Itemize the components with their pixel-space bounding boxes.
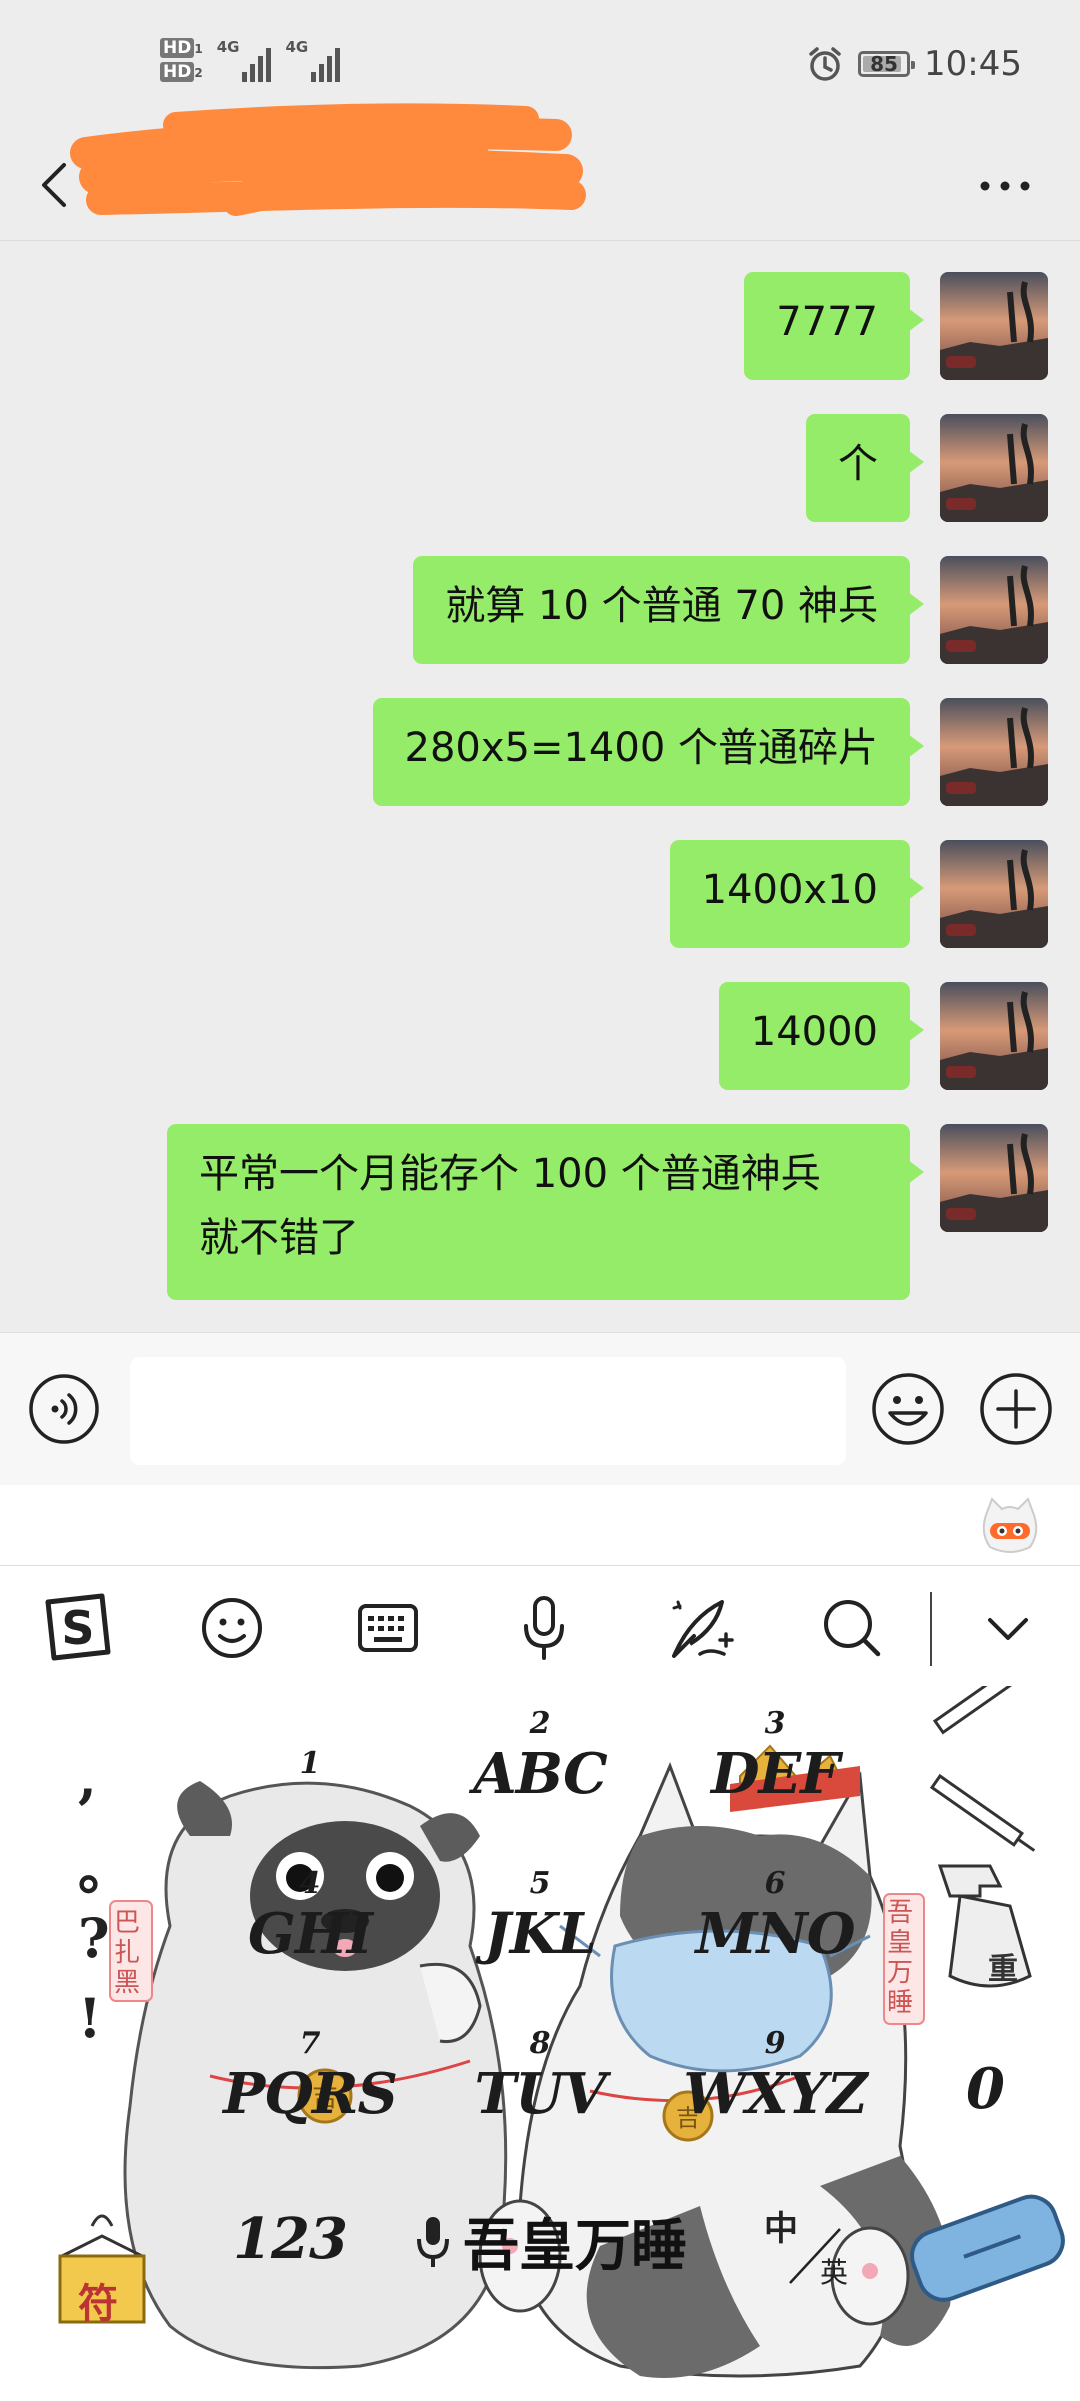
key-number: 5 (529, 1866, 551, 1901)
stamp-right-label: 吾皇万睡 (887, 1898, 914, 2018)
message-bubble[interactable]: 14000 (718, 982, 925, 1090)
message-bubble[interactable]: 1400x10 (669, 840, 925, 948)
key-0[interactable]: 0 (930, 2056, 1040, 2122)
key-letters: ABC (473, 1741, 607, 1807)
chat-header: ▮▮▮▯ · ▮▮▮▮▮▮ (0, 103, 1080, 241)
key-1[interactable]: 1 (220, 1746, 400, 1781)
key-letters: WXYZ (683, 2061, 867, 2127)
lang-en-label: 英 (820, 2256, 849, 2289)
emoji-icon[interactable] (870, 1371, 946, 1447)
hd-badge-2: HD 2 (160, 62, 203, 82)
signal-area: HD 1 HD 2 4G 4G (160, 38, 341, 82)
microphone-icon (417, 2217, 449, 2267)
key-5[interactable]: 5 JKL (450, 1866, 630, 1967)
user-avatar[interactable] (940, 556, 1048, 664)
message-row: 就算 10 个普通 70 神兵 (0, 556, 1080, 666)
chevron-down-icon[interactable] (968, 1588, 1048, 1668)
message-bubble[interactable]: 平常一个月能存个 100 个普通神兵 就不错了 (167, 1124, 924, 1300)
signal-strength-icon-1: 4G (217, 38, 272, 82)
keyboard-icon[interactable] (348, 1588, 428, 1668)
user-avatar[interactable] (940, 840, 1048, 948)
signal-strength-icon-2: 4G (285, 38, 341, 82)
spray-bottle-label: 重 (988, 1952, 1018, 1987)
key-letters: MNO (695, 1901, 856, 1967)
clock: 10:45 (924, 44, 1022, 84)
stamp-left-label: 巴扎黑 (114, 1908, 141, 1998)
key-letters: TUV (474, 2061, 607, 2127)
talisman-label: 符 (78, 2280, 118, 2327)
key-number: 4 (299, 1866, 321, 1901)
message-list[interactable]: 7777 个 就算 10 个普通 70 神兵 280x5=1400 个普通碎片 … (0, 240, 1080, 1332)
message-bubble[interactable]: 280x5=1400 个普通碎片 (372, 698, 924, 806)
svg-text:S: S (61, 1601, 94, 1655)
key-number: 8 (529, 2026, 551, 2061)
key-number: 9 (764, 2026, 786, 2061)
key-letters: DEF (710, 1741, 840, 1807)
chat-input-bar (0, 1332, 1080, 1486)
key-2[interactable]: 2 ABC (450, 1706, 630, 1807)
message-row: 1400x10 (0, 840, 1080, 950)
user-avatar[interactable] (940, 982, 1048, 1090)
key-number: 6 (764, 1866, 786, 1901)
user-avatar[interactable] (940, 414, 1048, 522)
more-plus-icon[interactable] (978, 1371, 1054, 1447)
more-options-icon[interactable] (970, 161, 1040, 211)
user-avatar[interactable] (940, 1124, 1048, 1232)
message-row: 平常一个月能存个 100 个普通神兵 就不错了 (0, 1124, 1080, 1304)
key-exclaim[interactable]: ! (78, 1986, 102, 2050)
language-toggle-key[interactable]: 中 英 (760, 2201, 870, 2301)
key-letters: PQRS (223, 2061, 398, 2127)
sogou-mascot-icon[interactable] (978, 1493, 1042, 1557)
message-row: 个 (0, 414, 1080, 524)
key-3[interactable]: 3 DEF (680, 1706, 870, 1807)
keyboard-toolbar: S (0, 1566, 1080, 1686)
key-letters: GHI (248, 1901, 373, 1967)
key-number: 3 (764, 1706, 786, 1741)
user-avatar[interactable] (940, 698, 1048, 806)
key-4[interactable]: 4 GHI (220, 1866, 400, 1967)
message-row: 14000 (0, 982, 1080, 1092)
toolbar-divider (930, 1592, 932, 1666)
sogou-logo-icon[interactable]: S (36, 1588, 116, 1668)
battery-level: 85 (870, 52, 898, 76)
message-bubble[interactable]: 就算 10 个普通 70 神兵 (413, 556, 924, 664)
space-key[interactable]: 吾皇万睡 (390, 2196, 710, 2286)
message-bubble[interactable]: 7777 (744, 272, 924, 380)
message-row: 280x5=1400 个普通碎片 (0, 698, 1080, 808)
voice-input-icon[interactable] (28, 1373, 100, 1445)
keyboard-suggestion-strip (0, 1485, 1080, 1565)
keyboard-key-area: 吉 吉 , 。 ? ! 1 2 ABC 3 DEF 4 GHI 5 JKL 6 … (0, 1686, 1080, 2401)
redacted-chat-title: ▮▮▮▯ · ▮▮▮▮▮▮ (70, 103, 586, 216)
key-number: 7 (299, 2026, 321, 2061)
quill-pen-icon[interactable] (660, 1588, 740, 1668)
key-7[interactable]: 7 PQRS (210, 2026, 410, 2127)
key-123-symbols[interactable]: 123 (200, 2206, 380, 2272)
key-question[interactable]: ? (78, 1906, 110, 1970)
key-8[interactable]: 8 TUV (450, 2026, 630, 2127)
space-key-label: 吾皇万睡 (463, 2212, 687, 2279)
hd-badge-1: HD 1 (160, 38, 203, 58)
microphone-icon[interactable] (504, 1588, 584, 1668)
alarm-icon (809, 47, 841, 81)
message-input[interactable] (130, 1357, 846, 1465)
key-letters: JKL (484, 1901, 597, 1967)
ime-keyboard: S 吉 吉 , 。 ? ! 1 2 ABC 3 DEF 4 GHI 5 JKL … (0, 1565, 1080, 2401)
battery-icon: 85 (858, 51, 916, 77)
emoji-icon[interactable] (192, 1588, 272, 1668)
key-9[interactable]: 9 WXYZ (660, 2026, 890, 2127)
key-number: 2 (529, 1706, 551, 1741)
message-bubble[interactable]: 个 (806, 414, 924, 522)
user-avatar[interactable] (940, 272, 1048, 380)
message-row: 7777 (0, 272, 1080, 382)
key-comma[interactable]: , (78, 1746, 97, 1810)
key-number: 1 (299, 1746, 321, 1781)
key-6[interactable]: 6 MNO (680, 1866, 870, 1967)
key-period[interactable]: 。 (78, 1826, 132, 1905)
search-icon[interactable] (812, 1588, 892, 1668)
